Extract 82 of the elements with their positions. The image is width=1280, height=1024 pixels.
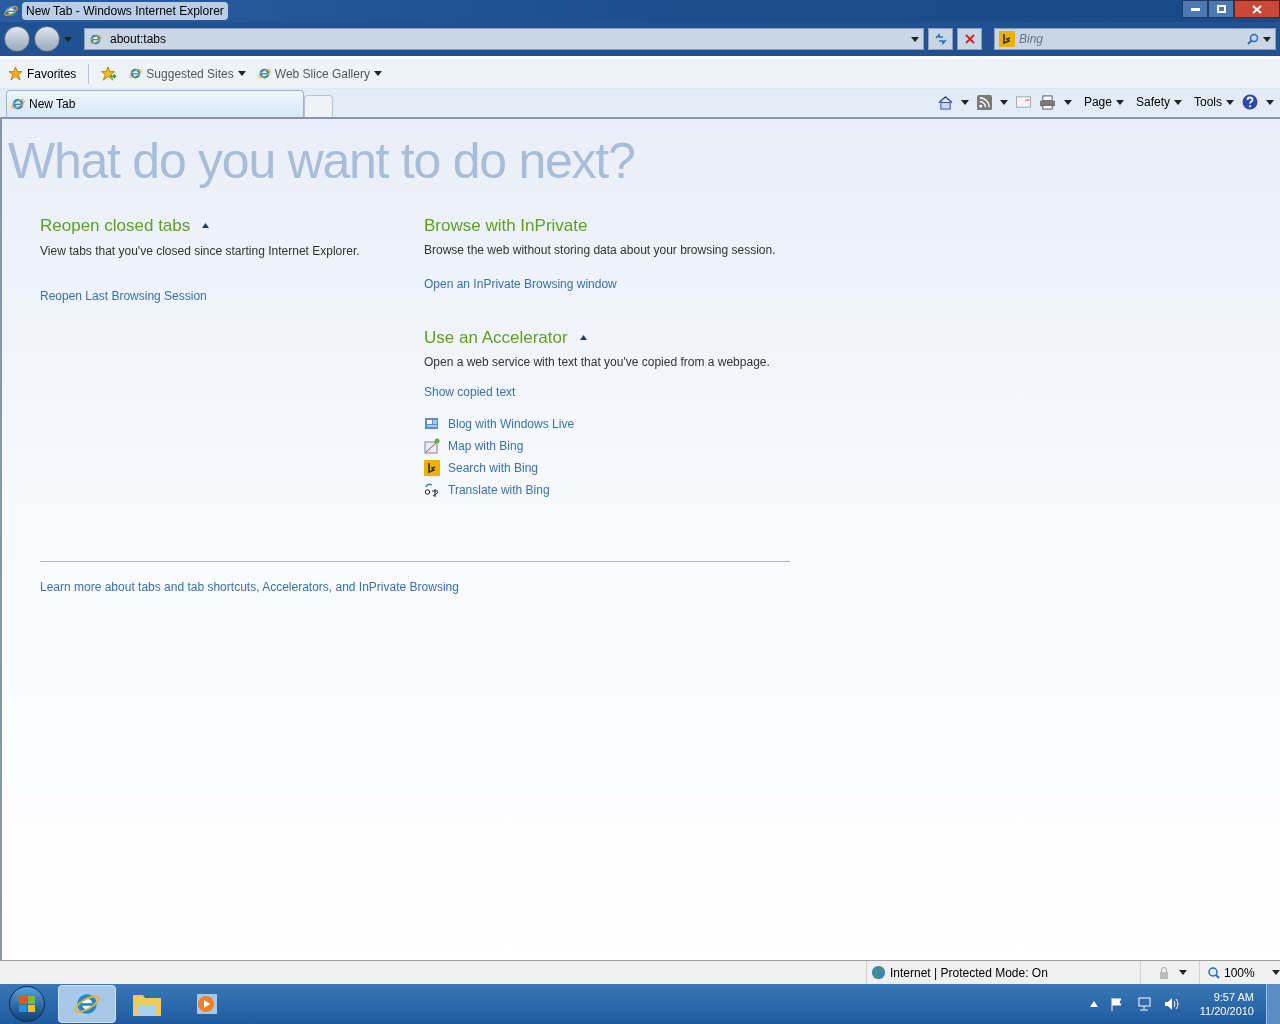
- network-icon[interactable]: [1135, 997, 1152, 1011]
- accelerator-link[interactable]: Translate with Bing: [448, 481, 550, 499]
- collapse-icon[interactable]: [202, 223, 210, 229]
- back-button[interactable]: [4, 26, 30, 52]
- command-menu[interactable]: Page: [1083, 93, 1124, 111]
- learn-more-link[interactable]: Learn more about tabs and tab shortcuts, Accelerators, and InPrivate Browsing: [40, 578, 1274, 596]
- show-copied-text-link[interactable]: Show copied text: [424, 383, 814, 401]
- feed-icon[interactable]: [976, 94, 992, 110]
- map-icon: [424, 438, 440, 454]
- browser-logo-icon: [4, 4, 18, 18]
- magnifier-icon: [1208, 966, 1220, 979]
- caret-icon: [237, 71, 246, 76]
- start-button[interactable]: [9, 986, 45, 1022]
- home-icon[interactable]: [937, 94, 953, 110]
- favorites-link[interactable]: Web Slice Gallery: [257, 64, 382, 83]
- stop-icon: [964, 34, 975, 44]
- printer-icon[interactable]: [1038, 94, 1056, 110]
- section-title: Use an Accelerator: [424, 326, 568, 349]
- search-box[interactable]: Bing: [994, 28, 1276, 50]
- page-heading: What do you want to do next?: [8, 132, 636, 191]
- caret-icon: [1226, 99, 1234, 105]
- show-hidden-icons-icon[interactable]: [1089, 1001, 1098, 1007]
- window-title: New Tab - Windows Internet Explorer: [22, 2, 228, 20]
- refresh-button[interactable]: [928, 28, 953, 50]
- reopen-session-link[interactable]: Reopen Last Browsing Session: [40, 286, 424, 305]
- caret-icon: [1063, 99, 1072, 105]
- accelerator-link[interactable]: Map with Bing: [448, 437, 524, 455]
- section-description: Open a web service with text that you've copied from a webpage.: [424, 354, 771, 371]
- command-menu[interactable]: Safety: [1135, 93, 1182, 111]
- collapse-icon[interactable]: [579, 334, 587, 340]
- minimize-button[interactable]: [1182, 0, 1208, 18]
- inprivate-link[interactable]: Open an InPrivate Browsing window: [424, 274, 814, 293]
- flag-icon[interactable]: [1109, 997, 1124, 1011]
- refresh-icon: [934, 33, 947, 45]
- play-icon: [195, 992, 219, 1016]
- caret-icon: [911, 36, 919, 42]
- taskbar-browser-button[interactable]: [58, 985, 116, 1023]
- stop-button[interactable]: [957, 28, 982, 50]
- search-field[interactable]: Bing: [1019, 30, 1243, 48]
- zoom-button[interactable]: 100%: [1208, 963, 1280, 982]
- bing-logo-icon: [424, 460, 440, 476]
- browser-logo-icon: [129, 67, 143, 80]
- help-icon[interactable]: [1242, 94, 1258, 110]
- clock-date: 11/20/2010: [1199, 1004, 1254, 1018]
- star-icon: [8, 66, 23, 81]
- browser-logo-icon: [11, 97, 25, 111]
- section-description: Browse the web without storing data about your browsing session.: [424, 241, 777, 259]
- caret-icon: [1266, 99, 1274, 105]
- caret-icon: [64, 36, 72, 42]
- search-icon[interactable]: [1247, 33, 1259, 45]
- favorites-link[interactable]: Suggested Sites: [129, 64, 246, 83]
- accelerator-link[interactable]: Search with Bing: [448, 459, 539, 477]
- browser-logo-icon: [257, 67, 271, 80]
- close-button[interactable]: [1234, 0, 1280, 18]
- caret-icon: [1115, 99, 1124, 105]
- speaker-icon[interactable]: [1163, 997, 1180, 1011]
- close-icon: [1252, 4, 1262, 14]
- forward-button[interactable]: [34, 26, 60, 52]
- caret-icon: [1272, 970, 1280, 975]
- blog-icon: [424, 416, 440, 432]
- section-title: Reopen closed tabs: [40, 215, 191, 237]
- favorites-button[interactable]: Favorites: [8, 64, 77, 83]
- security-zone-text: Internet | Protected Mode: On: [890, 964, 1049, 982]
- add-favorite-icon[interactable]: [101, 66, 118, 81]
- command-menu[interactable]: Tools: [1194, 93, 1234, 111]
- globe-icon: [871, 965, 886, 980]
- caret-icon: [1263, 36, 1271, 42]
- bing-logo-icon: [999, 31, 1015, 47]
- caret-icon: [373, 71, 382, 76]
- address-field[interactable]: about:tabs: [84, 28, 924, 50]
- caret-icon: [960, 99, 969, 105]
- maximize-button[interactable]: [1208, 0, 1234, 18]
- browser-tab[interactable]: New Tab: [6, 90, 304, 117]
- section-description: View tabs that you've closed since starting Internet Explorer.: [40, 242, 361, 260]
- accelerator-link[interactable]: Blog with Windows Live: [448, 415, 575, 433]
- section-title: Browse with InPrivate: [424, 215, 589, 237]
- caret-icon: [1174, 99, 1182, 105]
- browser-logo-icon: [89, 32, 102, 46]
- caret-icon: [999, 99, 1008, 105]
- clock-time: 9:57 AM: [1213, 990, 1254, 1004]
- caret-icon: [1179, 970, 1187, 975]
- browser-logo-icon: [74, 991, 100, 1017]
